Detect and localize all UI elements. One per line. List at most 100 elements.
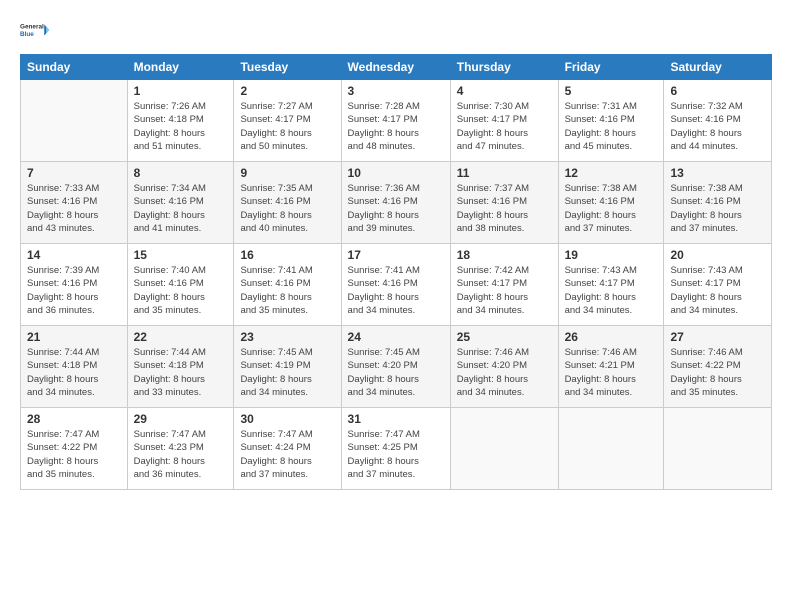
day-info: Sunrise: 7:33 AM Sunset: 4:16 PM Dayligh… bbox=[27, 182, 121, 235]
day-number: 3 bbox=[348, 84, 444, 98]
day-info: Sunrise: 7:39 AM Sunset: 4:16 PM Dayligh… bbox=[27, 264, 121, 317]
day-number: 28 bbox=[27, 412, 121, 426]
day-info: Sunrise: 7:45 AM Sunset: 4:19 PM Dayligh… bbox=[240, 346, 334, 399]
day-info: Sunrise: 7:26 AM Sunset: 4:18 PM Dayligh… bbox=[134, 100, 228, 153]
day-info: Sunrise: 7:32 AM Sunset: 4:16 PM Dayligh… bbox=[670, 100, 765, 153]
day-number: 18 bbox=[457, 248, 552, 262]
calendar-cell: 10 Sunrise: 7:36 AM Sunset: 4:16 PM Dayli… bbox=[341, 162, 450, 244]
day-number: 24 bbox=[348, 330, 444, 344]
day-number: 8 bbox=[134, 166, 228, 180]
calendar-cell: 13 Sunrise: 7:38 AM Sunset: 4:16 PM Dayli… bbox=[664, 162, 772, 244]
day-number: 19 bbox=[565, 248, 658, 262]
calendar-cell: 27 Sunrise: 7:46 AM Sunset: 4:22 PM Dayli… bbox=[664, 326, 772, 408]
day-number: 23 bbox=[240, 330, 334, 344]
calendar-cell: 5 Sunrise: 7:31 AM Sunset: 4:16 PM Daylig… bbox=[558, 80, 664, 162]
day-number: 2 bbox=[240, 84, 334, 98]
logo-icon: GeneralBlue bbox=[20, 16, 52, 44]
day-number: 27 bbox=[670, 330, 765, 344]
day-info: Sunrise: 7:46 AM Sunset: 4:21 PM Dayligh… bbox=[565, 346, 658, 399]
logo: GeneralBlue bbox=[20, 16, 52, 44]
day-info: Sunrise: 7:31 AM Sunset: 4:16 PM Dayligh… bbox=[565, 100, 658, 153]
day-info: Sunrise: 7:41 AM Sunset: 4:16 PM Dayligh… bbox=[348, 264, 444, 317]
weekday-header-wednesday: Wednesday bbox=[341, 55, 450, 80]
weekday-header-friday: Friday bbox=[558, 55, 664, 80]
day-info: Sunrise: 7:43 AM Sunset: 4:17 PM Dayligh… bbox=[670, 264, 765, 317]
calendar-cell: 31 Sunrise: 7:47 AM Sunset: 4:25 PM Dayli… bbox=[341, 408, 450, 490]
day-info: Sunrise: 7:41 AM Sunset: 4:16 PM Dayligh… bbox=[240, 264, 334, 317]
day-info: Sunrise: 7:28 AM Sunset: 4:17 PM Dayligh… bbox=[348, 100, 444, 153]
calendar-cell: 28 Sunrise: 7:47 AM Sunset: 4:22 PM Dayli… bbox=[21, 408, 128, 490]
day-info: Sunrise: 7:43 AM Sunset: 4:17 PM Dayligh… bbox=[565, 264, 658, 317]
week-row-2: 7 Sunrise: 7:33 AM Sunset: 4:16 PM Daylig… bbox=[21, 162, 772, 244]
calendar-cell bbox=[558, 408, 664, 490]
calendar-cell: 25 Sunrise: 7:46 AM Sunset: 4:20 PM Dayli… bbox=[450, 326, 558, 408]
day-info: Sunrise: 7:44 AM Sunset: 4:18 PM Dayligh… bbox=[134, 346, 228, 399]
calendar-cell: 17 Sunrise: 7:41 AM Sunset: 4:16 PM Dayli… bbox=[341, 244, 450, 326]
svg-text:Blue: Blue bbox=[20, 31, 34, 38]
week-row-1: 1 Sunrise: 7:26 AM Sunset: 4:18 PM Daylig… bbox=[21, 80, 772, 162]
day-number: 20 bbox=[670, 248, 765, 262]
calendar-cell: 12 Sunrise: 7:38 AM Sunset: 4:16 PM Dayli… bbox=[558, 162, 664, 244]
day-info: Sunrise: 7:36 AM Sunset: 4:16 PM Dayligh… bbox=[348, 182, 444, 235]
calendar-cell bbox=[664, 408, 772, 490]
calendar-cell: 23 Sunrise: 7:45 AM Sunset: 4:19 PM Dayli… bbox=[234, 326, 341, 408]
calendar-cell: 26Sunrise: 7:46 AM Sunset: 4:21 PM Dayli… bbox=[558, 326, 664, 408]
calendar-cell: 24Sunrise: 7:45 AM Sunset: 4:20 PM Dayli… bbox=[341, 326, 450, 408]
day-info: Sunrise: 7:38 AM Sunset: 4:16 PM Dayligh… bbox=[565, 182, 658, 235]
calendar-cell: 3 Sunrise: 7:28 AM Sunset: 4:17 PM Daylig… bbox=[341, 80, 450, 162]
day-info: Sunrise: 7:40 AM Sunset: 4:16 PM Dayligh… bbox=[134, 264, 228, 317]
calendar-table: SundayMondayTuesdayWednesdayThursdayFrid… bbox=[20, 54, 772, 490]
day-number: 6 bbox=[670, 84, 765, 98]
calendar-cell: 15 Sunrise: 7:40 AM Sunset: 4:16 PM Dayli… bbox=[127, 244, 234, 326]
weekday-header-thursday: Thursday bbox=[450, 55, 558, 80]
calendar-cell: 11 Sunrise: 7:37 AM Sunset: 4:16 PM Dayli… bbox=[450, 162, 558, 244]
day-number: 4 bbox=[457, 84, 552, 98]
day-number: 13 bbox=[670, 166, 765, 180]
day-info: Sunrise: 7:30 AM Sunset: 4:17 PM Dayligh… bbox=[457, 100, 552, 153]
weekday-header-tuesday: Tuesday bbox=[234, 55, 341, 80]
calendar-cell: 19 Sunrise: 7:43 AM Sunset: 4:17 PM Dayli… bbox=[558, 244, 664, 326]
day-info: Sunrise: 7:27 AM Sunset: 4:17 PM Dayligh… bbox=[240, 100, 334, 153]
day-info: Sunrise: 7:35 AM Sunset: 4:16 PM Dayligh… bbox=[240, 182, 334, 235]
calendar-cell: 18Sunrise: 7:42 AM Sunset: 4:17 PM Dayli… bbox=[450, 244, 558, 326]
day-info: Sunrise: 7:46 AM Sunset: 4:20 PM Dayligh… bbox=[457, 346, 552, 399]
calendar-cell: 7 Sunrise: 7:33 AM Sunset: 4:16 PM Daylig… bbox=[21, 162, 128, 244]
day-number: 7 bbox=[27, 166, 121, 180]
calendar-cell: 4 Sunrise: 7:30 AM Sunset: 4:17 PM Daylig… bbox=[450, 80, 558, 162]
calendar-cell: 9 Sunrise: 7:35 AM Sunset: 4:16 PM Daylig… bbox=[234, 162, 341, 244]
calendar-cell: 6 Sunrise: 7:32 AM Sunset: 4:16 PM Daylig… bbox=[664, 80, 772, 162]
day-number: 12 bbox=[565, 166, 658, 180]
weekday-header-sunday: Sunday bbox=[21, 55, 128, 80]
day-number: 22 bbox=[134, 330, 228, 344]
day-number: 1 bbox=[134, 84, 228, 98]
day-info: Sunrise: 7:46 AM Sunset: 4:22 PM Dayligh… bbox=[670, 346, 765, 399]
calendar-page: GeneralBlue SundayMondayTuesdayWednesday… bbox=[0, 0, 792, 612]
day-number: 17 bbox=[348, 248, 444, 262]
calendar-cell: 29Sunrise: 7:47 AM Sunset: 4:23 PM Dayli… bbox=[127, 408, 234, 490]
day-number: 15 bbox=[134, 248, 228, 262]
day-number: 31 bbox=[348, 412, 444, 426]
weekday-header-row: SundayMondayTuesdayWednesdayThursdayFrid… bbox=[21, 55, 772, 80]
day-info: Sunrise: 7:47 AM Sunset: 4:22 PM Dayligh… bbox=[27, 428, 121, 481]
day-number: 5 bbox=[565, 84, 658, 98]
day-info: Sunrise: 7:47 AM Sunset: 4:25 PM Dayligh… bbox=[348, 428, 444, 481]
day-number: 9 bbox=[240, 166, 334, 180]
week-row-3: 14Sunrise: 7:39 AM Sunset: 4:16 PM Dayli… bbox=[21, 244, 772, 326]
weekday-header-saturday: Saturday bbox=[664, 55, 772, 80]
calendar-cell: 14Sunrise: 7:39 AM Sunset: 4:16 PM Dayli… bbox=[21, 244, 128, 326]
day-info: Sunrise: 7:37 AM Sunset: 4:16 PM Dayligh… bbox=[457, 182, 552, 235]
day-number: 16 bbox=[240, 248, 334, 262]
weekday-header-monday: Monday bbox=[127, 55, 234, 80]
calendar-cell: 16 Sunrise: 7:41 AM Sunset: 4:16 PM Dayli… bbox=[234, 244, 341, 326]
day-info: Sunrise: 7:44 AM Sunset: 4:18 PM Dayligh… bbox=[27, 346, 121, 399]
day-number: 10 bbox=[348, 166, 444, 180]
day-info: Sunrise: 7:38 AM Sunset: 4:16 PM Dayligh… bbox=[670, 182, 765, 235]
day-number: 11 bbox=[457, 166, 552, 180]
day-number: 25 bbox=[457, 330, 552, 344]
day-info: Sunrise: 7:34 AM Sunset: 4:16 PM Dayligh… bbox=[134, 182, 228, 235]
calendar-cell: 2 Sunrise: 7:27 AM Sunset: 4:17 PM Daylig… bbox=[234, 80, 341, 162]
calendar-cell: 21Sunrise: 7:44 AM Sunset: 4:18 PM Dayli… bbox=[21, 326, 128, 408]
svg-text:General: General bbox=[20, 24, 44, 31]
day-number: 29 bbox=[134, 412, 228, 426]
week-row-5: 28 Sunrise: 7:47 AM Sunset: 4:22 PM Dayli… bbox=[21, 408, 772, 490]
